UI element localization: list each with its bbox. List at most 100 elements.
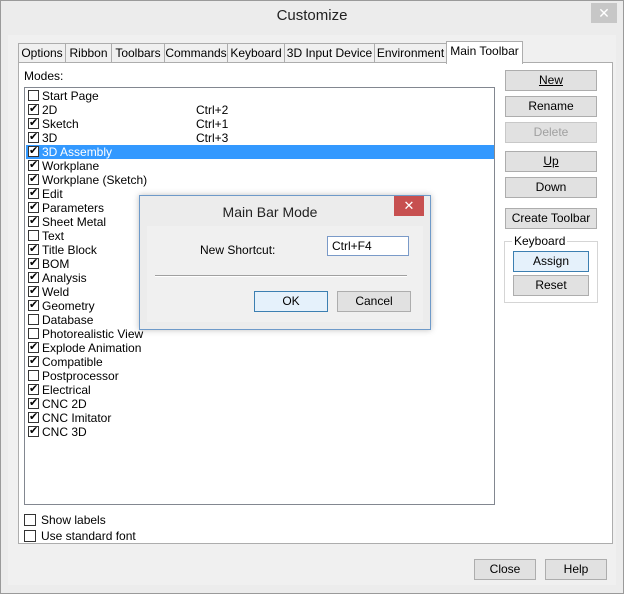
tab-commands[interactable]: Commands [164,43,228,63]
check-icon: ✔ [29,215,39,227]
mode-label: Title Block [42,243,97,257]
tab-toolbars[interactable]: Toolbars [111,43,165,63]
ok-button[interactable]: OK [254,291,328,312]
mode-checkbox[interactable]: ✔ [28,257,39,269]
mode-row[interactable]: ✔ Explode Animation [26,341,494,355]
mode-checkbox[interactable]: ✔ [28,425,39,437]
checkbox-box [24,514,36,526]
mode-row[interactable]: ✔ Compatible [26,355,494,369]
check-icon: ✔ [29,411,39,423]
mode-row[interactable]: ✔ CNC 2D [26,397,494,411]
mode-row[interactable]: ✔ 3D Ctrl+3 [26,131,494,145]
mode-checkbox[interactable] [28,90,39,101]
mode-checkbox[interactable]: ✔ [28,285,39,297]
mode-checkbox[interactable] [28,230,39,241]
mode-checkbox[interactable]: ✔ [28,397,39,409]
mode-row[interactable]: ✔ CNC Imitator [26,411,494,425]
tab-environment[interactable]: Environment [374,43,447,63]
new-button[interactable]: New [505,70,597,91]
mode-checkbox[interactable]: ✔ [28,145,39,157]
mode-checkbox[interactable]: ✔ [28,117,39,129]
mode-row[interactable]: Postprocessor [26,369,494,383]
mode-label: Electrical [42,383,91,397]
mode-row[interactable]: ✔ 3D Assembly [26,145,494,159]
use-standard-font-checkbox[interactable]: Use standard font [24,529,224,545]
mode-shortcut: Ctrl+2 [196,103,229,117]
mode-checkbox[interactable]: ✔ [28,215,39,227]
mode-checkbox[interactable]: ✔ [28,383,39,395]
mode-row[interactable]: ✔ 2D Ctrl+2 [26,103,494,117]
assign-button[interactable]: Assign [513,251,589,272]
help-button[interactable]: Help [545,559,607,580]
mode-label: Postprocessor [42,369,119,383]
mode-label: Workplane [42,159,100,173]
create-toolbar-button[interactable]: Create Toolbar [505,208,597,229]
up-button[interactable]: Up [505,151,597,172]
mode-label: Analysis [42,271,87,285]
window-close-button[interactable]: ✕ [591,3,617,23]
tab-3d-input-device[interactable]: 3D Input Device [284,43,375,63]
mode-checkbox[interactable] [28,314,39,325]
show-labels-checkbox[interactable]: Show labels [24,513,224,529]
mode-checkbox[interactable]: ✔ [28,201,39,213]
mode-label: Workplane (Sketch) [42,173,148,187]
check-icon: ✔ [29,271,39,283]
check-icon: ✔ [29,397,39,409]
check-icon: ✔ [29,187,39,199]
mode-row[interactable]: ✔ Electrical [26,383,494,397]
mode-checkbox[interactable]: ✔ [28,131,39,143]
reset-button[interactable]: Reset [513,275,589,296]
button-label: Cancel [355,294,393,308]
tab-options[interactable]: Options [18,43,66,63]
button-label: New [538,73,563,87]
mode-checkbox[interactable]: ✔ [28,341,39,353]
mode-label: Compatible [42,355,103,369]
mode-label: Geometry [42,299,95,313]
mode-checkbox[interactable]: ✔ [28,271,39,283]
mode-label: Parameters [42,201,105,215]
tab-ribbon[interactable]: Ribbon [65,43,112,63]
down-button[interactable]: Down [505,177,597,198]
new-shortcut-input[interactable] [327,236,409,256]
tab-label: Environment [376,46,445,60]
mode-row[interactable]: ✔ CNC 3D [26,425,494,439]
dialog-close-button[interactable]: ✕ [394,196,424,216]
mode-row[interactable]: ✔ Workplane (Sketch) [26,173,494,187]
check-icon: ✔ [29,285,39,297]
check-icon: ✔ [29,145,39,157]
mode-shortcut: Ctrl+3 [196,131,229,145]
button-label: Up [543,154,559,168]
checkbox-box [24,530,36,542]
main-bar-mode-dialog: Main Bar Mode ✕ New Shortcut: OK Cancel [139,195,431,330]
check-icon: ✔ [29,173,39,185]
mode-row[interactable]: ✔ Workplane [26,159,494,173]
window-title: Customize [276,7,348,24]
delete-button[interactable]: Delete [505,122,597,143]
tab-label: Commands [165,46,227,60]
close-button[interactable]: Close [474,559,536,580]
rename-button[interactable]: Rename [505,96,597,117]
mode-checkbox[interactable]: ✔ [28,411,39,423]
mode-checkbox[interactable]: ✔ [28,243,39,255]
customize-window: Customize ✕ Options Ribbon Toolbars Comm… [0,0,624,594]
keyboard-group-label: Keyboard [512,234,568,248]
check-icon: ✔ [29,117,39,129]
mode-checkbox[interactable] [28,328,39,339]
mode-checkbox[interactable] [28,370,39,381]
mode-checkbox[interactable]: ✔ [28,173,39,185]
mode-label: 3D Assembly [42,145,113,159]
mode-row[interactable]: Start Page [26,89,494,103]
mode-label: Explode Animation [42,341,142,355]
tab-keyboard[interactable]: Keyboard [227,43,285,63]
mode-row[interactable]: ✔ Sketch Ctrl+1 [26,117,494,131]
cancel-button[interactable]: Cancel [337,291,411,312]
mode-label: CNC 2D [42,397,87,411]
mode-checkbox[interactable]: ✔ [28,159,39,171]
tab-main-toolbar[interactable]: Main Toolbar [446,41,523,64]
mode-checkbox[interactable]: ✔ [28,355,39,367]
mode-checkbox[interactable]: ✔ [28,103,39,115]
mode-label: 3D [42,131,58,145]
dialog-client: New Shortcut: OK Cancel [147,226,423,322]
mode-checkbox[interactable]: ✔ [28,187,39,199]
mode-checkbox[interactable]: ✔ [28,299,39,311]
